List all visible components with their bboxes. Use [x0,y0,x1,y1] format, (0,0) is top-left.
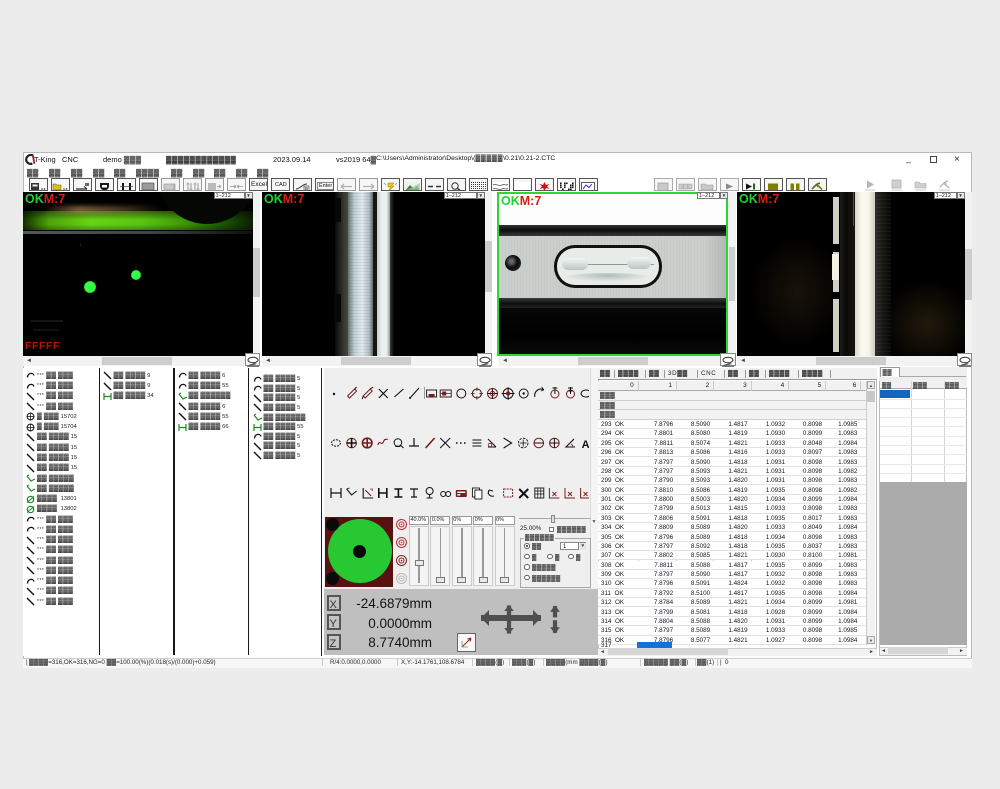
svg-text:A: A [582,439,589,450]
svg-text:B: B [305,186,308,191]
svg-text:X: X [330,599,338,610]
svg-text:Z: Z [330,638,337,649]
svg-text:Y: Y [330,618,338,629]
